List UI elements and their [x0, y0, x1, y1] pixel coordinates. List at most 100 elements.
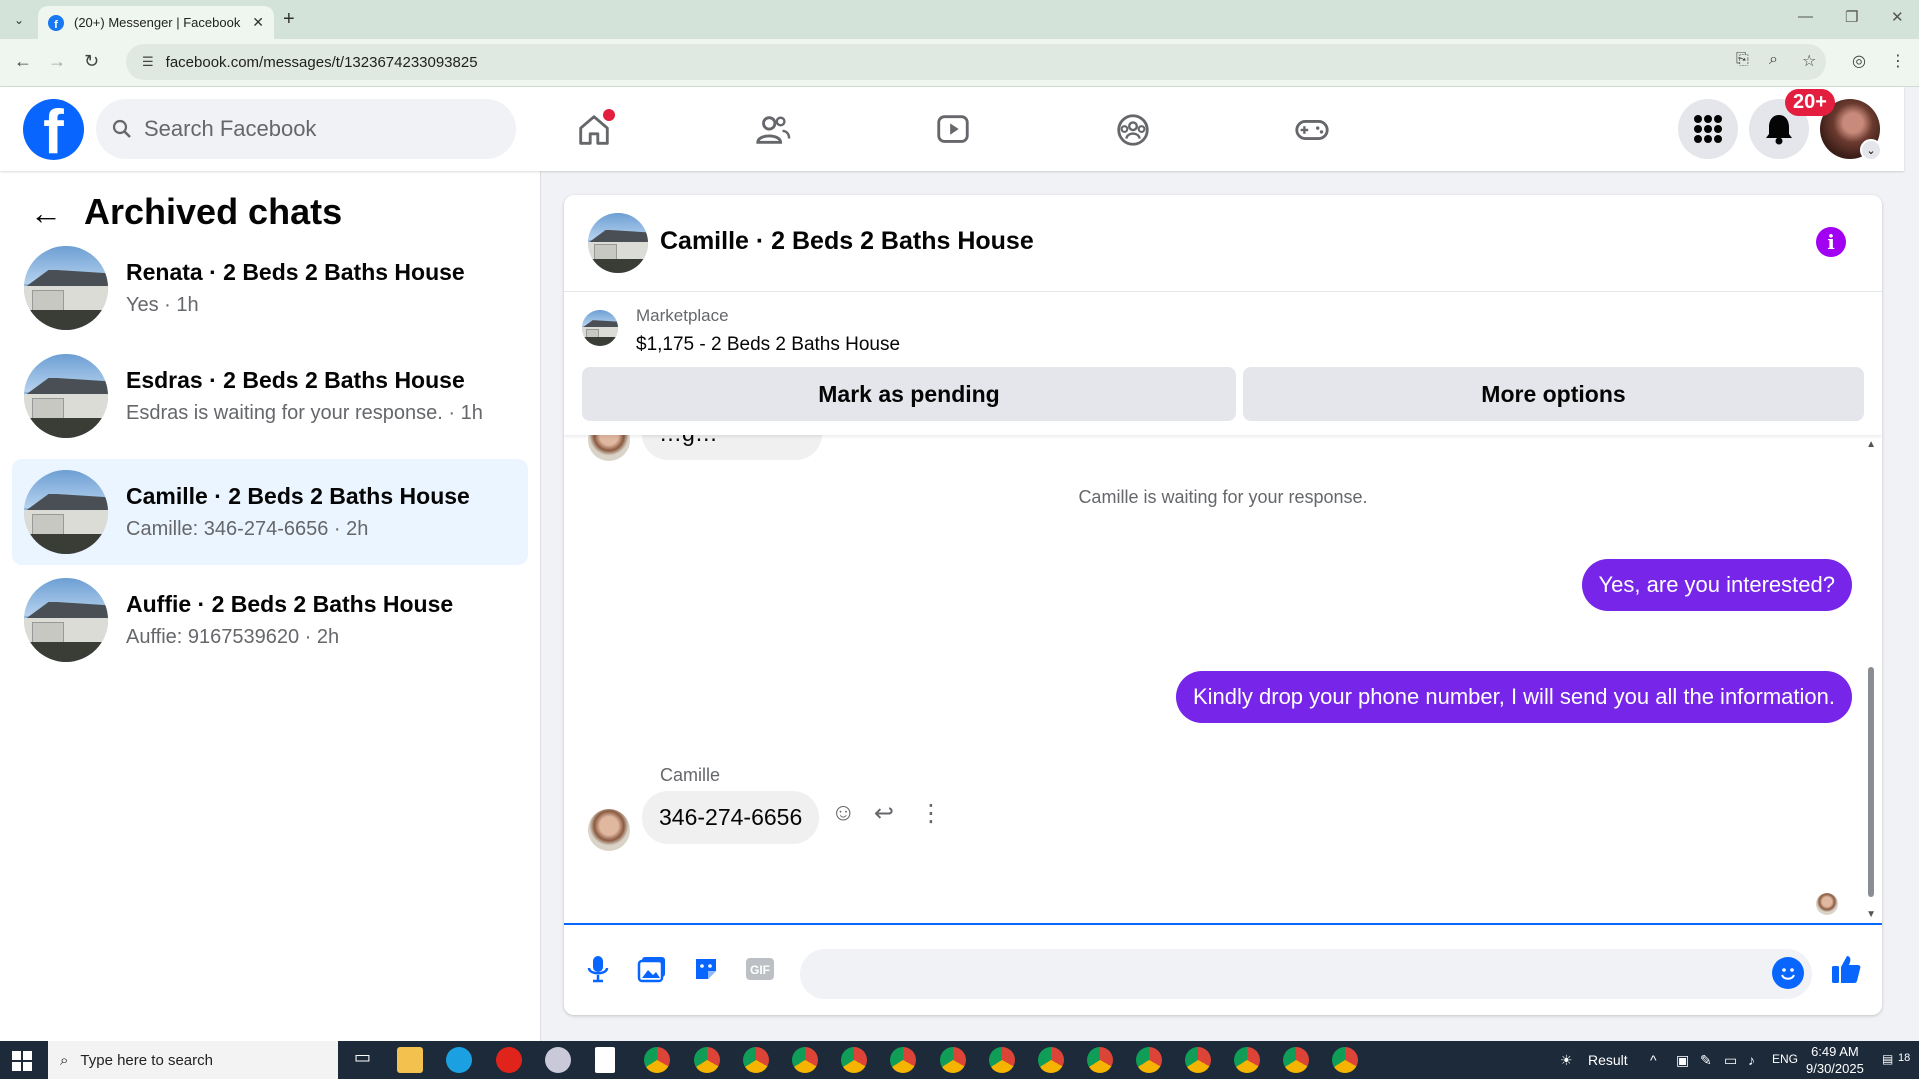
message-input[interactable]	[800, 949, 1812, 999]
reload-icon[interactable]: ↻	[84, 51, 99, 72]
chrome-icon[interactable]	[1185, 1047, 1211, 1073]
chrome-icon[interactable]	[1332, 1047, 1358, 1073]
home-nav-icon[interactable]	[571, 107, 617, 153]
network-icon[interactable]: ▭	[1724, 1052, 1737, 1069]
chat-item-auffie[interactable]: Auffie · 2 Beds 2 Baths House Auffie: 91…	[12, 567, 528, 673]
opera-icon[interactable]	[496, 1047, 522, 1073]
bell-icon	[1766, 115, 1792, 145]
file-explorer-icon[interactable]	[397, 1047, 423, 1073]
edge-icon[interactable]	[446, 1047, 472, 1073]
chrome-icon[interactable]	[1283, 1047, 1309, 1073]
chrome-icon[interactable]	[890, 1047, 916, 1073]
incoming-message-bubble[interactable]: 346-274-6656	[642, 791, 820, 844]
menu-grid-button[interactable]	[1678, 99, 1738, 159]
home-unread-dot	[603, 109, 615, 121]
outgoing-message-bubble[interactable]: Kindly drop your phone number, I will se…	[1175, 671, 1852, 723]
scroll-up-icon[interactable]: ▲	[1866, 439, 1876, 450]
listing-price[interactable]: $1,175 - 2 Beds 2 Baths House	[636, 334, 900, 356]
listing-thumbnail	[24, 578, 108, 662]
chrome-icon[interactable]	[694, 1047, 720, 1073]
more-options-button[interactable]: More options	[1243, 367, 1864, 421]
facebook-search[interactable]	[96, 99, 516, 159]
video-nav-icon[interactable]	[930, 107, 976, 153]
back-icon[interactable]: ←	[14, 51, 32, 72]
back-arrow-icon[interactable]: ←	[30, 195, 62, 232]
chat-name: Esdras · 2 Beds 2 Baths House	[126, 367, 465, 393]
browser-tab-messenger[interactable]: f (20+) Messenger | Facebook ✕	[38, 6, 274, 39]
language-indicator[interactable]: ENG	[1772, 1052, 1798, 1066]
conversation-title[interactable]: Camille · 2 Beds 2 Baths House	[660, 227, 1034, 256]
chat-item-camille[interactable]: Camille · 2 Beds 2 Baths House Camille: …	[12, 459, 528, 565]
listing-thumbnail[interactable]	[588, 213, 648, 273]
emoji-icon[interactable]	[1772, 957, 1804, 989]
react-emoji-icon[interactable]: ☺	[831, 799, 856, 827]
tray-app-icon[interactable]: ▣	[1676, 1052, 1689, 1069]
message-list[interactable]: …g… Camille is waiting for your response…	[564, 435, 1882, 925]
task-view-icon[interactable]: ▭	[354, 1047, 380, 1073]
microphone-icon[interactable]	[580, 951, 616, 987]
install-app-icon[interactable]: ⎘	[1736, 51, 1749, 69]
window-close-icon[interactable]: ✕	[1891, 8, 1904, 26]
restore-icon[interactable]: ❐	[1845, 8, 1858, 26]
more-actions-icon[interactable]: ⋮	[919, 799, 943, 828]
chat-item-renata[interactable]: Renata · 2 Beds 2 Baths House Yes · 1h	[12, 235, 528, 341]
app-icon[interactable]	[545, 1047, 571, 1073]
chrome-icon[interactable]	[792, 1047, 818, 1073]
mark-as-pending-button[interactable]: Mark as pending	[582, 367, 1236, 421]
minimize-icon[interactable]: —	[1798, 8, 1813, 25]
facebook-logo-icon[interactable]: f	[23, 99, 84, 160]
weather-icon[interactable]: ☀	[1560, 1052, 1573, 1069]
chrome-icon[interactable]	[1136, 1047, 1162, 1073]
zoom-icon[interactable]: ⌕	[1769, 51, 1778, 69]
search-input[interactable]	[144, 116, 484, 142]
tab-close-icon[interactable]: ✕	[252, 14, 264, 31]
taskbar-clock[interactable]: 6:49 AM 9/30/2025	[1806, 1043, 1864, 1077]
tab-list-icon[interactable]: ⌄	[8, 9, 30, 31]
reply-icon[interactable]: ↩	[874, 799, 894, 828]
friends-nav-icon[interactable]	[750, 107, 796, 153]
tray-chevron-icon[interactable]: ^	[1650, 1052, 1657, 1068]
message-bubble-partial[interactable]: …g…	[642, 435, 822, 460]
gaming-nav-icon[interactable]	[1289, 107, 1335, 153]
chrome-icon[interactable]	[1038, 1047, 1064, 1073]
notepad-icon[interactable]	[595, 1047, 615, 1073]
chrome-icon[interactable]	[841, 1047, 867, 1073]
chrome-icon[interactable]	[1087, 1047, 1113, 1073]
scrollbar-thumb[interactable]	[1868, 667, 1874, 897]
photo-icon[interactable]	[634, 951, 670, 987]
site-info-icon[interactable]: ☰	[142, 54, 154, 70]
sticker-icon[interactable]	[688, 951, 724, 987]
chrome-icon[interactable]	[644, 1047, 670, 1073]
chrome-icon[interactable]	[1234, 1047, 1260, 1073]
chat-item-esdras[interactable]: Esdras · 2 Beds 2 Baths House Esdras is …	[12, 343, 528, 449]
scroll-down-icon[interactable]: ▼	[1866, 909, 1876, 920]
clock-time: 6:49 AM	[1811, 1044, 1859, 1059]
volume-icon[interactable]: ♪	[1748, 1052, 1755, 1068]
chrome-icon[interactable]	[940, 1047, 966, 1073]
conversation-panel: Camille · 2 Beds 2 Baths House i Marketp…	[564, 195, 1882, 1015]
bookmark-star-icon[interactable]: ☆	[1802, 51, 1816, 71]
address-bar[interactable]: ☰ facebook.com/messages/t/13236742330938…	[126, 44, 1826, 80]
profile-icon[interactable]: ◎	[1852, 51, 1866, 71]
new-tab-icon[interactable]: +	[283, 8, 295, 31]
chevron-down-icon[interactable]: ⌄	[1860, 139, 1882, 161]
windows-start-icon[interactable]	[12, 1051, 32, 1071]
groups-nav-icon[interactable]	[1110, 107, 1156, 153]
weather-label[interactable]: Result	[1588, 1052, 1628, 1068]
browser-menu-icon[interactable]: ⋮	[1890, 51, 1906, 71]
sender-avatar[interactable]	[588, 435, 630, 461]
url-text: facebook.com/messages/t/1323674233093825	[165, 53, 478, 71]
taskbar-search[interactable]: ⌕ Type here to search	[48, 1041, 338, 1079]
gif-icon[interactable]: GIF	[742, 951, 778, 987]
notification-center-icon[interactable]: ▤	[1882, 1052, 1893, 1066]
forward-icon[interactable]: →	[48, 51, 66, 72]
listing-thumbnail[interactable]	[582, 310, 618, 346]
pen-icon[interactable]: ✎	[1700, 1052, 1712, 1069]
marketplace-bar: Marketplace $1,175 - 2 Beds 2 Baths Hous…	[564, 292, 1882, 435]
chrome-icon[interactable]	[743, 1047, 769, 1073]
like-thumb-icon[interactable]	[1828, 951, 1864, 987]
sender-avatar[interactable]	[588, 809, 630, 851]
info-icon[interactable]: i	[1816, 227, 1846, 257]
chrome-icon[interactable]	[989, 1047, 1015, 1073]
outgoing-message-bubble[interactable]: Yes, are you interested?	[1581, 559, 1852, 611]
